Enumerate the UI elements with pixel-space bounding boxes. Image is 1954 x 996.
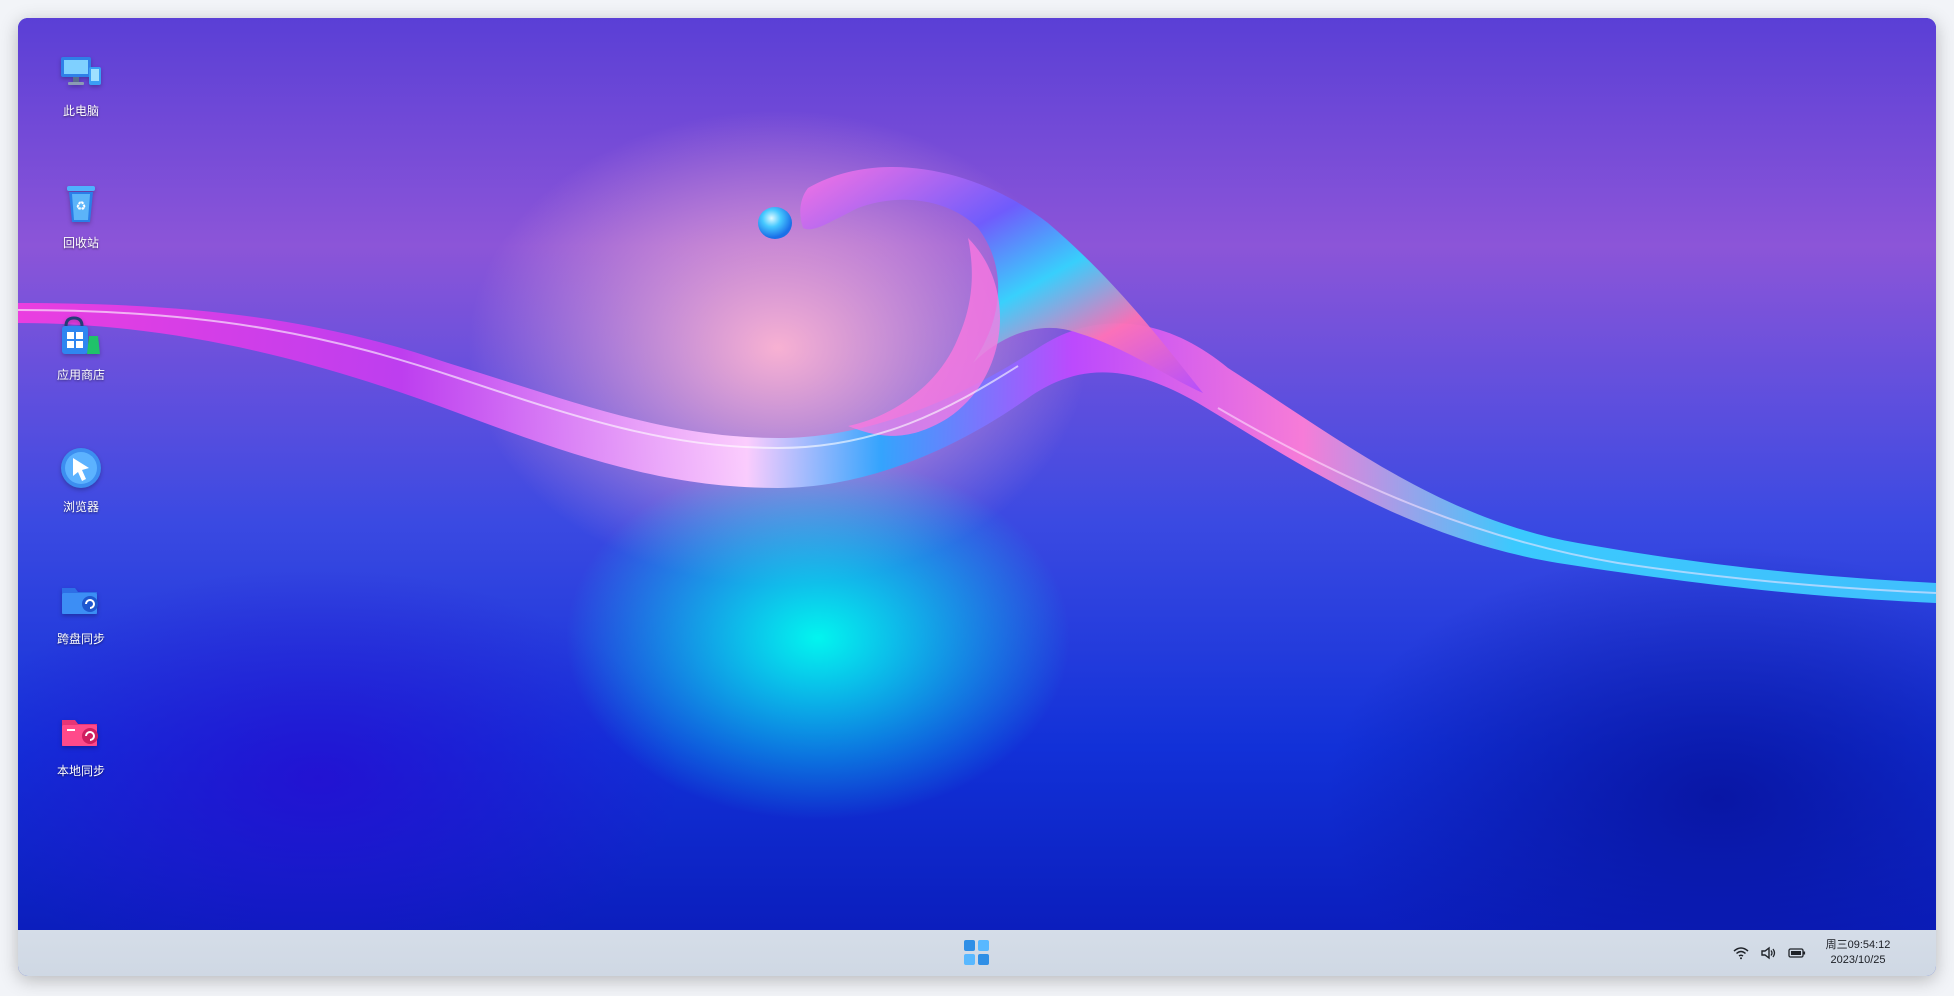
desktop-icon-label: 浏览器 (62, 500, 99, 514)
taskbar-clock[interactable]: 周三09:54:12 2023/10/25 (1814, 938, 1902, 968)
desktop-icon-label: 回收站 (62, 236, 99, 250)
wifi-icon[interactable] (1732, 945, 1750, 961)
app-store-icon (57, 312, 105, 360)
local-sync-icon (57, 708, 105, 756)
start-menu-icon (978, 940, 989, 951)
computer-icon (57, 48, 105, 96)
desktop-icon-column: 此电脑 ♻ 回收站 应用商店 浏览器 跨盘同步 本地同步 (36, 48, 126, 840)
desktop-icon-app-store[interactable]: 应用商店 (36, 312, 126, 444)
water-droplet (758, 207, 792, 239)
desktop-window: 此电脑 ♻ 回收站 应用商店 浏览器 跨盘同步 本地同步 周三09:54:12 … (18, 18, 1936, 976)
start-menu-button[interactable] (964, 940, 990, 966)
battery-icon[interactable] (1788, 945, 1806, 961)
clock-date: 2023/10/25 (1830, 954, 1886, 966)
desktop-icon-label: 应用商店 (56, 368, 105, 382)
svg-text:♻: ♻ (76, 199, 87, 213)
desktop-icon-label: 此电脑 (62, 104, 99, 118)
browser-icon (57, 444, 105, 492)
desktop-icon-cross-disk-sync[interactable]: 跨盘同步 (36, 576, 126, 708)
wave-crest (800, 166, 1203, 393)
desktop-icon-this-pc[interactable]: 此电脑 (36, 48, 126, 180)
desktop-icon-local-sync[interactable]: 本地同步 (36, 708, 126, 840)
start-menu-icon (964, 940, 975, 951)
system-tray (1732, 945, 1806, 961)
desktop-icon-browser[interactable]: 浏览器 (36, 444, 126, 576)
desktop-icon-label: 跨盘同步 (56, 632, 105, 646)
wave-wallpaper-art (18, 166, 1936, 603)
desktop-icon-label: 本地同步 (56, 764, 105, 778)
start-menu-icon (964, 954, 975, 965)
recycle-bin-icon: ♻ (57, 180, 105, 228)
start-menu-icon (978, 954, 989, 965)
clock-time: 周三09:54:12 (1825, 939, 1891, 951)
taskbar: 周三09:54:12 2023/10/25 (18, 930, 1936, 976)
cross-disk-sync-icon (57, 576, 105, 624)
volume-icon[interactable] (1760, 945, 1778, 961)
desktop-icon-recycle-bin[interactable]: ♻ 回收站 (36, 180, 126, 312)
desktop-wallpaper (18, 18, 1936, 930)
